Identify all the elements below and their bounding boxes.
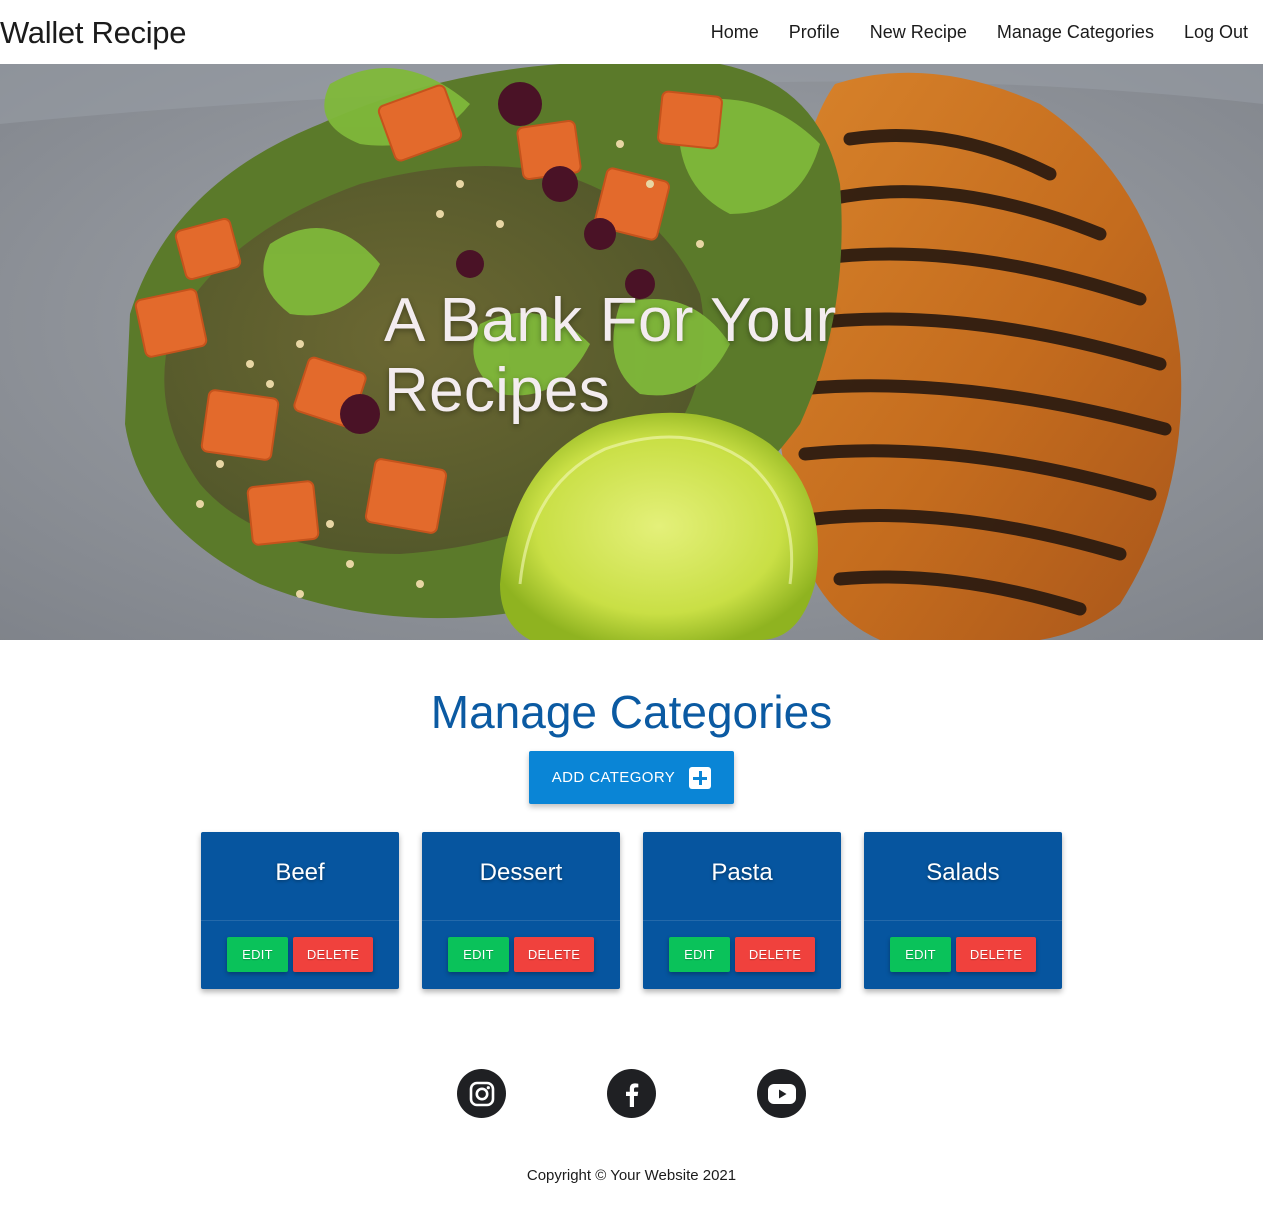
add-category-button[interactable]: ADD CATEGORY bbox=[529, 751, 734, 804]
add-category-label: ADD CATEGORY bbox=[551, 769, 676, 786]
nav-item-profile: Profile bbox=[789, 19, 840, 45]
hero-title: A Bank For Your Recipes bbox=[384, 286, 837, 425]
page-title: Manage Categories bbox=[430, 686, 833, 738]
delete-button[interactable]: DELETE bbox=[735, 937, 815, 972]
category-card-salads: Salads EDIT DELETE bbox=[864, 832, 1062, 989]
delete-button[interactable]: DELETE bbox=[293, 937, 373, 972]
social-links bbox=[0, 1069, 1263, 1119]
card-actions: EDIT DELETE bbox=[643, 937, 841, 972]
card-actions: EDIT DELETE bbox=[201, 937, 399, 972]
edit-button[interactable]: EDIT bbox=[669, 937, 730, 972]
top-navbar: Wallet Recipe Home Profile New Recipe Ma… bbox=[0, 0, 1263, 64]
card-divider bbox=[422, 920, 620, 921]
delete-button[interactable]: DELETE bbox=[514, 937, 594, 972]
youtube-icon bbox=[767, 1083, 796, 1104]
category-name: Dessert bbox=[479, 859, 563, 886]
instagram-link[interactable] bbox=[457, 1069, 506, 1118]
facebook-link[interactable] bbox=[607, 1069, 656, 1118]
category-cards: Beef EDIT DELETE Dessert EDIT DELETE Pas… bbox=[201, 832, 1062, 989]
card-actions: EDIT DELETE bbox=[422, 937, 620, 972]
nav-links: Home Profile New Recipe Manage Categorie… bbox=[711, 19, 1248, 45]
edit-button[interactable]: EDIT bbox=[227, 937, 288, 972]
category-card-beef: Beef EDIT DELETE bbox=[201, 832, 399, 989]
category-card-dessert: Dessert EDIT DELETE bbox=[422, 832, 620, 989]
brand-logo[interactable]: Wallet Recipe bbox=[0, 14, 186, 52]
nav-item-home: Home bbox=[711, 19, 759, 45]
card-divider bbox=[201, 920, 399, 921]
nav-link-new-recipe[interactable]: New Recipe bbox=[870, 22, 967, 42]
instagram-icon bbox=[469, 1081, 494, 1106]
card-divider bbox=[864, 920, 1062, 921]
nav-item-manage-categories: Manage Categories bbox=[997, 19, 1154, 45]
category-name: Pasta bbox=[711, 859, 773, 886]
nav-item-log-out: Log Out bbox=[1184, 19, 1248, 45]
edit-button[interactable]: EDIT bbox=[448, 937, 509, 972]
copyright-text: Copyright © Your Website 2021 bbox=[526, 1167, 737, 1184]
nav-link-home[interactable]: Home bbox=[711, 22, 759, 42]
card-divider bbox=[643, 920, 841, 921]
nav-item-new-recipe: New Recipe bbox=[870, 19, 967, 45]
nav-link-profile[interactable]: Profile bbox=[789, 22, 840, 42]
category-name: Salads bbox=[926, 859, 1000, 886]
plus-square-icon bbox=[689, 766, 712, 789]
youtube-link[interactable] bbox=[757, 1069, 806, 1118]
category-card-pasta: Pasta EDIT DELETE bbox=[643, 832, 841, 989]
delete-button[interactable]: DELETE bbox=[956, 937, 1036, 972]
category-name: Beef bbox=[275, 859, 325, 886]
nav-link-manage-categories[interactable]: Manage Categories bbox=[997, 22, 1154, 42]
hero-banner: A Bank For Your Recipes bbox=[0, 64, 1263, 640]
facebook-icon bbox=[625, 1082, 638, 1107]
card-actions: EDIT DELETE bbox=[864, 937, 1062, 972]
edit-button[interactable]: EDIT bbox=[890, 937, 951, 972]
nav-link-log-out[interactable]: Log Out bbox=[1184, 22, 1248, 42]
